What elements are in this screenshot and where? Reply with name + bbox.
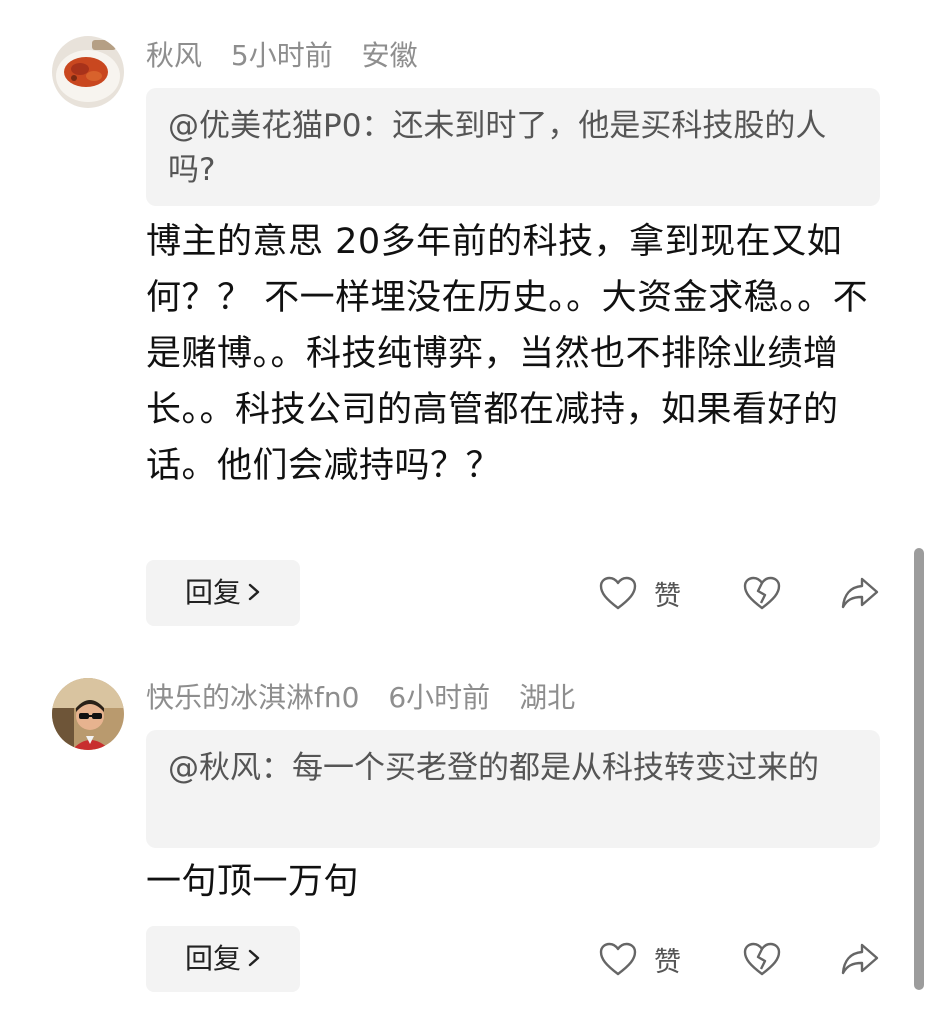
timestamp: 6小时前 [388, 681, 491, 714]
scrollbar[interactable] [914, 548, 924, 990]
like-label[interactable]: 赞 [654, 940, 681, 979]
reply-label: 回复 [184, 942, 241, 975]
username[interactable]: 快乐的冰淇淋fn0 [146, 681, 359, 714]
reply-button[interactable]: 回复 [146, 926, 300, 992]
avatar[interactable] [52, 678, 124, 750]
comment-text: 博主的意思 20多年前的科技，拿到现在又如何？？ 不一样埋没在历史。。大资金求稳… [146, 222, 869, 486]
quoted-comment[interactable]: @优美花猫P0：还未到时了，他是买科技股的人吗? [146, 88, 880, 206]
heart-icon[interactable] [598, 941, 638, 981]
comment-meta: 快乐的冰淇淋fn0 6小时前 湖北 [146, 680, 595, 716]
comment-text: 一句顶一万句 [146, 862, 360, 902]
like-label[interactable]: 赞 [654, 574, 681, 613]
quoted-comment[interactable]: @秋风：每一个买老登的都是从科技转变过来的 [146, 730, 880, 848]
share-arrow-icon[interactable] [840, 941, 880, 981]
avatar[interactable] [52, 36, 124, 108]
comment-meta: 秋风 5小时前 安徽 [146, 38, 438, 74]
comment-actions: 赞 [596, 926, 896, 992]
chevron-right-icon [247, 927, 261, 993]
reply-button[interactable]: 回复 [146, 560, 300, 626]
broken-heart-icon[interactable] [742, 941, 782, 981]
share-arrow-icon[interactable] [840, 575, 880, 615]
heart-icon[interactable] [598, 575, 638, 615]
reply-label: 回复 [184, 576, 241, 609]
comment-actions: 赞 [596, 560, 896, 626]
location: 安徽 [361, 39, 418, 72]
timestamp: 5小时前 [230, 39, 333, 72]
chevron-right-icon [247, 561, 261, 627]
location: 湖北 [519, 681, 576, 714]
broken-heart-icon[interactable] [742, 575, 782, 615]
username[interactable]: 秋风 [146, 39, 202, 72]
